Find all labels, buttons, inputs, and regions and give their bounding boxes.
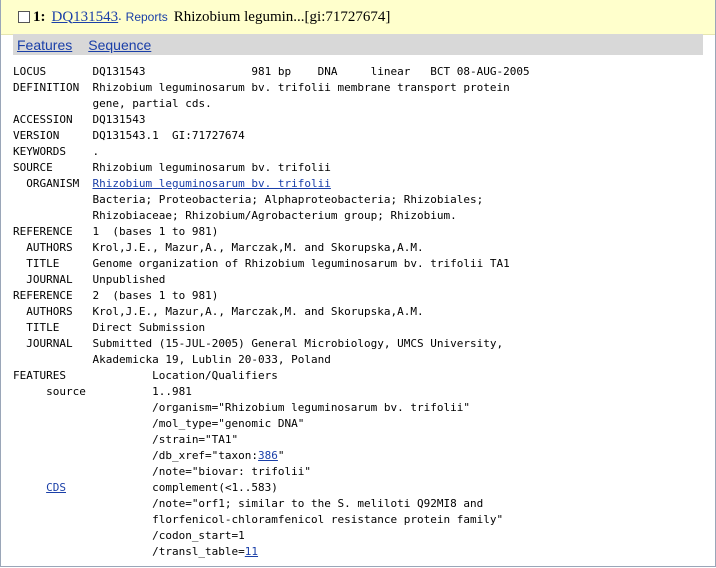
locus-value: DQ131543 981 bp DNA linear BCT 08-AUG-20… (92, 65, 530, 78)
reference-2-label: REFERENCE (13, 289, 73, 302)
source-feature-key: source (46, 385, 86, 398)
keywords-value: . (92, 145, 100, 158)
taxon-link[interactable]: 386 (258, 449, 278, 462)
qualifier-note: /note="biovar: trifolii" (152, 465, 312, 478)
record-select-checkbox[interactable] (18, 11, 30, 23)
cds-note-line-2: florfenicol-chloramfenicol resistance pr… (152, 513, 504, 526)
definition-line-2: gene, partial cds. (92, 97, 212, 110)
features-header: Location/Qualifiers (152, 369, 278, 382)
cds-note-line-1: /note="orf1; similar to the S. meliloti … (152, 497, 484, 510)
reference-2-authors-label: AUTHORS (26, 305, 73, 318)
reference-1-value: 1 (bases 1 to 981) (92, 225, 219, 238)
reference-1-journal: Unpublished (92, 273, 166, 286)
qualifier-db-xref-end: " (277, 449, 285, 462)
definition-line-1: Rhizobium leguminosarum bv. trifolii mem… (92, 81, 510, 94)
cds-location: complement(<1..583) (152, 481, 278, 494)
reference-2-authors: Krol,J.E., Mazur,A., Marczak,M. and Skor… (92, 305, 424, 318)
reference-1-label: REFERENCE (13, 225, 73, 238)
source-value: Rhizobium leguminosarum bv. trifolii (92, 161, 331, 174)
features-label: FEATURES (13, 369, 66, 382)
definition-label: DEFINITION (13, 81, 80, 94)
reference-1-journal-label: JOURNAL (26, 273, 73, 286)
lineage-line-1: Bacteria; Proteobacteria; Alphaproteobac… (92, 193, 484, 206)
record-title-bar: 1: DQ131543. Reports Rhizobium legumin..… (1, 0, 715, 35)
version-label: VERSION (13, 129, 60, 142)
accession-separator: . (118, 9, 122, 24)
reference-2-title: Direct Submission (92, 321, 206, 334)
record-index: 1: (33, 8, 46, 25)
reference-2-journal-label: JOURNAL (26, 337, 73, 350)
reference-2-value: 2 (bases 1 to 981) (92, 289, 219, 302)
features-link[interactable]: Features (17, 37, 72, 53)
record-tab-bar: Features Sequence (13, 34, 703, 55)
cds-transl-table: /transl_table= (152, 545, 245, 558)
reference-2-journal-line-2: Akademicka 19, Lublin 20-033, Poland (92, 353, 331, 366)
reference-1-title: Genome organization of Rhizobium legumin… (92, 257, 510, 270)
qualifier-db-xref: /db_xref="taxon: (152, 449, 259, 462)
accession-value: DQ131543 (92, 113, 146, 126)
source-feature-location: 1..981 (152, 385, 192, 398)
sequence-link[interactable]: Sequence (88, 37, 151, 53)
genbank-record: LOCUS DQ131543 981 bp DNA linear BCT 08-… (13, 64, 530, 560)
cds-feature-link[interactable]: CDS (46, 481, 66, 494)
version-value: DQ131543.1 GI:71727674 (92, 129, 245, 142)
organism-label: ORGANISM (26, 177, 80, 190)
qualifier-strain: /strain="TA1" (152, 433, 239, 446)
accession-label: ACCESSION (13, 113, 73, 126)
reference-1-authors-label: AUTHORS (26, 241, 73, 254)
record-window: 1: DQ131543. Reports Rhizobium legumin..… (0, 0, 716, 567)
reference-2-title-label: TITLE (26, 321, 60, 334)
qualifier-organism: /organism="Rhizobium leguminosarum bv. t… (152, 401, 470, 414)
reference-2-journal-line-1: Submitted (15-JUL-2005) General Microbio… (92, 337, 504, 350)
transl-table-link[interactable]: 11 (245, 545, 258, 558)
cds-codon-start: /codon_start=1 (152, 529, 245, 542)
organism-link[interactable]: Rhizobium leguminosarum bv. trifolii (92, 177, 330, 190)
source-label: SOURCE (13, 161, 53, 174)
lineage-line-2: Rhizobiaceae; Rhizobium/Agrobacterium gr… (92, 209, 457, 222)
locus-label: LOCUS (13, 65, 47, 78)
reference-1-authors: Krol,J.E., Mazur,A., Marczak,M. and Skor… (92, 241, 424, 254)
keywords-label: KEYWORDS (13, 145, 66, 158)
record-title: Rhizobium legumin...[gi:71727674] (173, 8, 391, 25)
qualifier-mol-type: /mol_type="genomic DNA" (152, 417, 305, 430)
reference-1-title-label: TITLE (26, 257, 60, 270)
reports-link[interactable]: Reports (126, 10, 168, 24)
accession-link[interactable]: DQ131543 (52, 9, 119, 26)
